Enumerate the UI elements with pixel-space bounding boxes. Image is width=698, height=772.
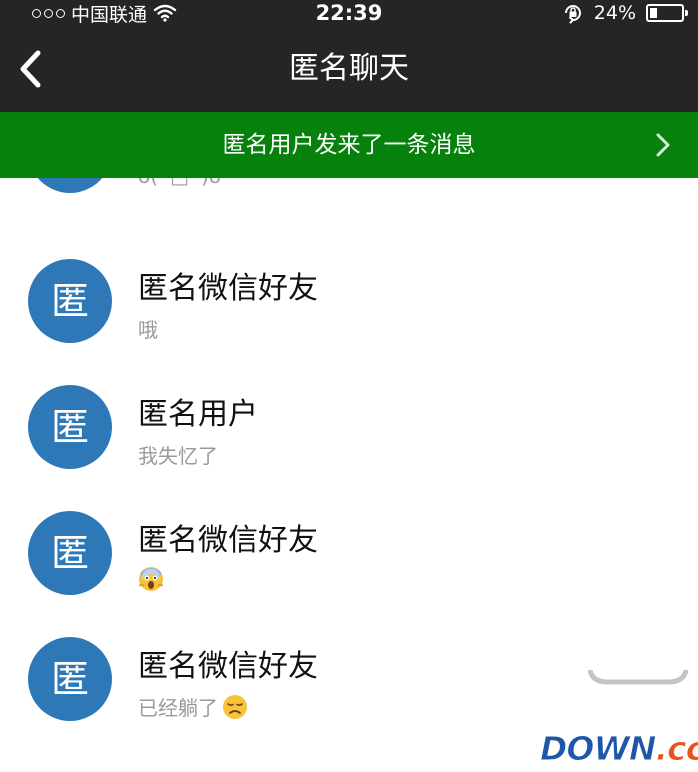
watermark-suffix: .cc — [655, 729, 698, 768]
avatar: 匿 — [28, 637, 112, 721]
chat-list-item[interactable]: 匿 匿名微信好友 — [0, 490, 698, 616]
battery-icon — [646, 4, 688, 22]
disappointed-face-emoji — [223, 694, 247, 719]
chat-preview: 已经躺了 — [138, 692, 248, 721]
chat-name: 匿名微信好友 — [138, 271, 318, 306]
chat-name: 匿名用户 — [138, 397, 258, 432]
new-message-banner[interactable]: 匿名用户发来了一条消息 — [0, 112, 698, 178]
chat-preview-text: o(╯□╰)o — [138, 178, 221, 188]
chat-preview: 我失忆了 — [138, 440, 218, 469]
avatar: 匿 — [28, 178, 112, 193]
battery-percent: 24% — [593, 2, 636, 24]
avatar: 匿 — [28, 511, 112, 595]
chat-list[interactable]: 匿 o(╯□╰)o 匿 匿名微信好友 哦 匿 匿名用户 我失忆了 匿 匿名微信好… — [0, 178, 698, 772]
overscroll-indicator — [588, 670, 688, 685]
chat-preview — [138, 566, 164, 592]
status-bar: 中国联通 22:39 24% — [0, 0, 698, 26]
banner-text: 匿名用户发来了一条消息 — [222, 132, 476, 158]
chevron-right-icon — [656, 133, 670, 157]
status-right: 24% — [562, 0, 688, 26]
chat-list-item[interactable]: 匿 o(╯□╰)o — [0, 178, 698, 214]
navigation-bar: 匿名聊天 — [0, 26, 698, 112]
battery-fill — [650, 8, 657, 18]
chat-name: 匿名微信好友 — [138, 649, 318, 684]
chat-preview-text: 我失忆了 — [138, 444, 218, 468]
site-watermark: DOWN.cc — [539, 729, 698, 768]
chat-list-item[interactable]: 匿 匿名微信好友 哦 — [0, 238, 698, 364]
chat-preview-text: 已经躺了 — [138, 696, 218, 720]
avatar: 匿 — [28, 259, 112, 343]
chat-preview-text: 哦 — [138, 318, 158, 342]
watermark-main: DOWN — [539, 729, 656, 768]
avatar: 匿 — [28, 385, 112, 469]
rotation-lock-icon — [564, 5, 581, 24]
page-title: 匿名聊天 — [289, 51, 409, 86]
chat-preview: o(╯□╰)o — [138, 178, 221, 188]
chat-list-item[interactable]: 匿 匿名用户 我失忆了 — [0, 364, 698, 490]
chat-preview: 哦 — [138, 314, 158, 343]
screaming-face-emoji — [138, 567, 164, 591]
chat-name: 匿名微信好友 — [138, 523, 318, 558]
